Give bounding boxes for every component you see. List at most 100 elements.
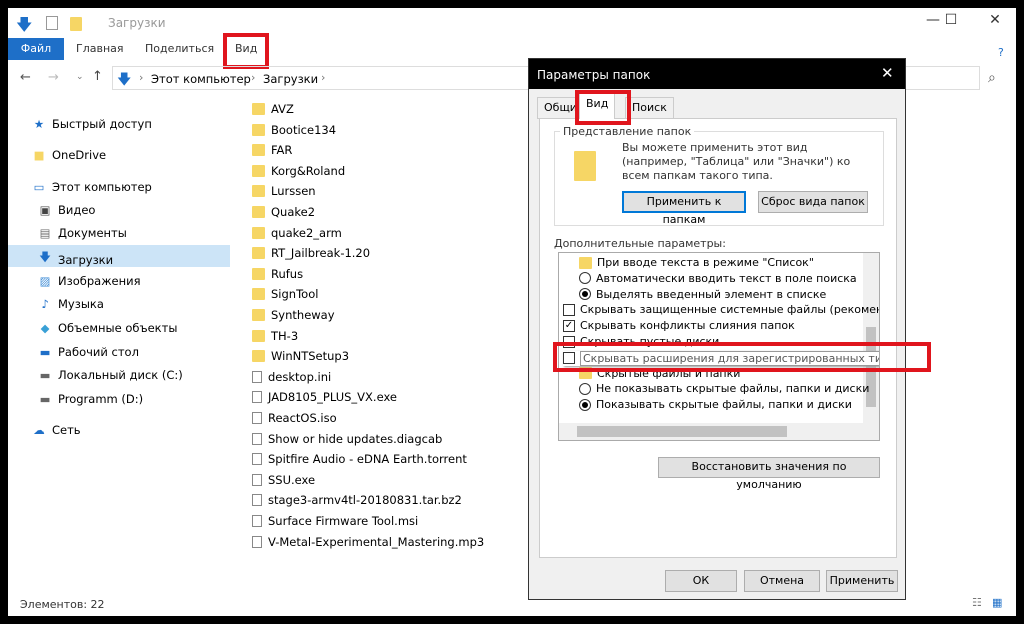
sidebar-item[interactable]: ▤ Документы (38, 226, 127, 240)
file-item[interactable]: AVZ (252, 102, 294, 116)
dialog-close-button[interactable]: ✕ (881, 64, 894, 82)
sidebar-item[interactable]: ▣ Видео (38, 203, 96, 217)
sidebar-item[interactable]: ◆ Объемные объекты (38, 321, 178, 335)
file-name: ReactOS.iso (268, 411, 337, 425)
file-item[interactable]: Show or hide updates.diagcab (252, 432, 442, 446)
forward-icon[interactable]: → (48, 70, 59, 85)
file-item[interactable]: Syntheway (252, 308, 335, 322)
checkbox[interactable] (563, 303, 575, 316)
video-icon: ▣ (39, 203, 51, 217)
sidebar-item-label: Быстрый доступ (52, 117, 152, 131)
file-item[interactable]: WinNTSetup3 (252, 349, 349, 363)
sidebar-item[interactable]: ☁ Сеть (32, 423, 80, 437)
apply-to-folders-button[interactable]: Применить к папкам (622, 191, 746, 226)
option-label: Скрывать конфликты слияния папок (580, 319, 795, 333)
file-name: V-Metal-Experimental_Mastering.mp3 (268, 534, 485, 549)
file-item[interactable]: ReactOS.iso (252, 411, 337, 425)
horizontal-scrollbar[interactable] (559, 423, 879, 440)
file-item[interactable]: Quake2 (252, 205, 315, 219)
drive-icon: ▬ (39, 368, 51, 382)
file-item[interactable]: JAD8105_PLUS_VX.exe (252, 390, 397, 404)
radio-button[interactable] (579, 288, 591, 301)
file-item[interactable]: stage3-armv4tl-20180831.tar.bz2 (252, 493, 462, 507)
file-item[interactable]: FAR (252, 143, 292, 157)
folder-icon (252, 144, 265, 157)
file-item[interactable]: SignTool (252, 287, 318, 301)
radio-button[interactable] (579, 398, 591, 411)
large-icons-view-icon[interactable]: ▦ (992, 596, 1002, 609)
file-item[interactable]: Surface Firmware Tool.msi (252, 514, 418, 528)
new-folder-icon[interactable] (70, 17, 82, 31)
sidebar-item-label: Изображения (58, 274, 141, 288)
maximize-button[interactable]: ☐ (936, 12, 966, 28)
radio-button[interactable] (579, 272, 591, 285)
folder-icon (252, 226, 265, 239)
sidebar-item[interactable]: ▬ Локальный диск (C:) (38, 368, 183, 382)
folder-options-dialog: Параметры папок ✕ Общие Поиск Вид Предст… (528, 58, 931, 600)
sidebar-item-label: Видео (58, 203, 96, 217)
help-icon[interactable]: ? (998, 46, 1004, 59)
chevron-icon: › (251, 71, 256, 84)
file-item[interactable]: Lurssen (252, 184, 316, 198)
sidebar-item[interactable]: ▬ Рабочий стол (38, 345, 139, 359)
search-icon[interactable]: ⌕ (988, 70, 996, 86)
vertical-scrollbar[interactable] (863, 253, 879, 425)
chevron-icon: › (321, 71, 326, 84)
option-checkbox[interactable]: ✓ Скрывать конфликты слияния папок (563, 319, 795, 332)
folder-view-icon (574, 151, 596, 181)
scrollbar-thumb[interactable] (577, 426, 787, 437)
tab-home[interactable]: Главная (76, 42, 124, 55)
back-icon[interactable]: ← (20, 70, 31, 85)
recent-icon[interactable]: ⌄ (76, 72, 84, 82)
sidebar-item-label: Загрузки (58, 252, 114, 267)
checkbox[interactable]: ✓ (563, 319, 575, 332)
apply-button[interactable]: Применить (826, 570, 898, 592)
file-item[interactable]: Korg&Roland (252, 164, 345, 178)
breadcrumb-computer[interactable]: Этот компьютер (151, 72, 251, 86)
computer-icon: ▭ (33, 180, 45, 194)
sidebar-item[interactable]: ▨ Изображения (38, 274, 141, 288)
sidebar-item[interactable]: ♪ Музыка (38, 297, 104, 311)
sidebar-item[interactable]: ★ Быстрый доступ (32, 117, 152, 131)
file-icon (252, 370, 262, 383)
file-item[interactable]: Rufus (252, 267, 303, 281)
close-button[interactable]: ✕ (980, 12, 1010, 28)
sidebar-item[interactable]: ▬ Programm (D:) (38, 392, 144, 406)
sidebar-item[interactable]: ■ OneDrive (32, 148, 107, 162)
option-label: При вводе текста в режиме "Список" (597, 256, 814, 269)
3d-objects-icon: ◆ (40, 321, 50, 335)
option-checkbox[interactable]: Скрывать защищенные системные файлы (рек… (563, 303, 879, 316)
ok-button[interactable]: ОК (665, 570, 737, 592)
file-name: FAR (271, 143, 293, 158)
download-icon: 🡇 (39, 250, 51, 264)
sidebar-item[interactable]: 🡇 Загрузки (38, 250, 113, 269)
reset-folders-button[interactable]: Сброс вида папок (758, 191, 868, 213)
file-item[interactable]: desktop.ini (252, 370, 331, 384)
cancel-button[interactable]: Отмена (744, 570, 820, 592)
file-icon (252, 391, 262, 404)
tab-share[interactable]: Поделиться (145, 42, 214, 55)
file-item[interactable]: RT_Jailbreak-1.20 (252, 246, 370, 260)
up-icon[interactable]: ↑ (92, 69, 103, 84)
radio-button[interactable] (579, 382, 591, 395)
file-item[interactable]: TH-3 (252, 329, 298, 343)
file-item[interactable]: quake2_arm (252, 226, 342, 240)
breadcrumb-downloads[interactable]: Загрузки (263, 72, 318, 86)
details-view-icon[interactable]: ☷ (972, 596, 982, 609)
tab-search[interactable]: Поиск (625, 97, 674, 119)
tab-file[interactable]: Файл (8, 38, 64, 60)
restore-defaults-button[interactable]: Восстановить значения по умолчанию (658, 457, 880, 491)
option-radio[interactable]: Показывать скрытые файлы, папки и диски (579, 398, 852, 411)
file-item[interactable]: Spitfire Audio - eDNA Earth.torrent (252, 452, 467, 466)
file-icon (252, 453, 262, 466)
option-radio[interactable]: Автоматически вводить текст в поле поиск… (579, 272, 857, 285)
option-radio[interactable]: Выделять введенный элемент в списке (579, 288, 826, 301)
sidebar-item[interactable]: ▭ Этот компьютер (32, 180, 152, 194)
file-item[interactable]: SSU.exe (252, 473, 315, 487)
file-item[interactable]: V-Metal-Experimental_Mastering.mp3 (252, 535, 484, 549)
status-item-count: Элементов: 22 (20, 598, 105, 611)
properties-icon[interactable] (46, 16, 58, 30)
file-item[interactable]: Bootice134 (252, 123, 336, 137)
folder-icon (252, 329, 265, 342)
option-radio[interactable]: Не показывать скрытые файлы, папки и дис… (579, 382, 869, 395)
